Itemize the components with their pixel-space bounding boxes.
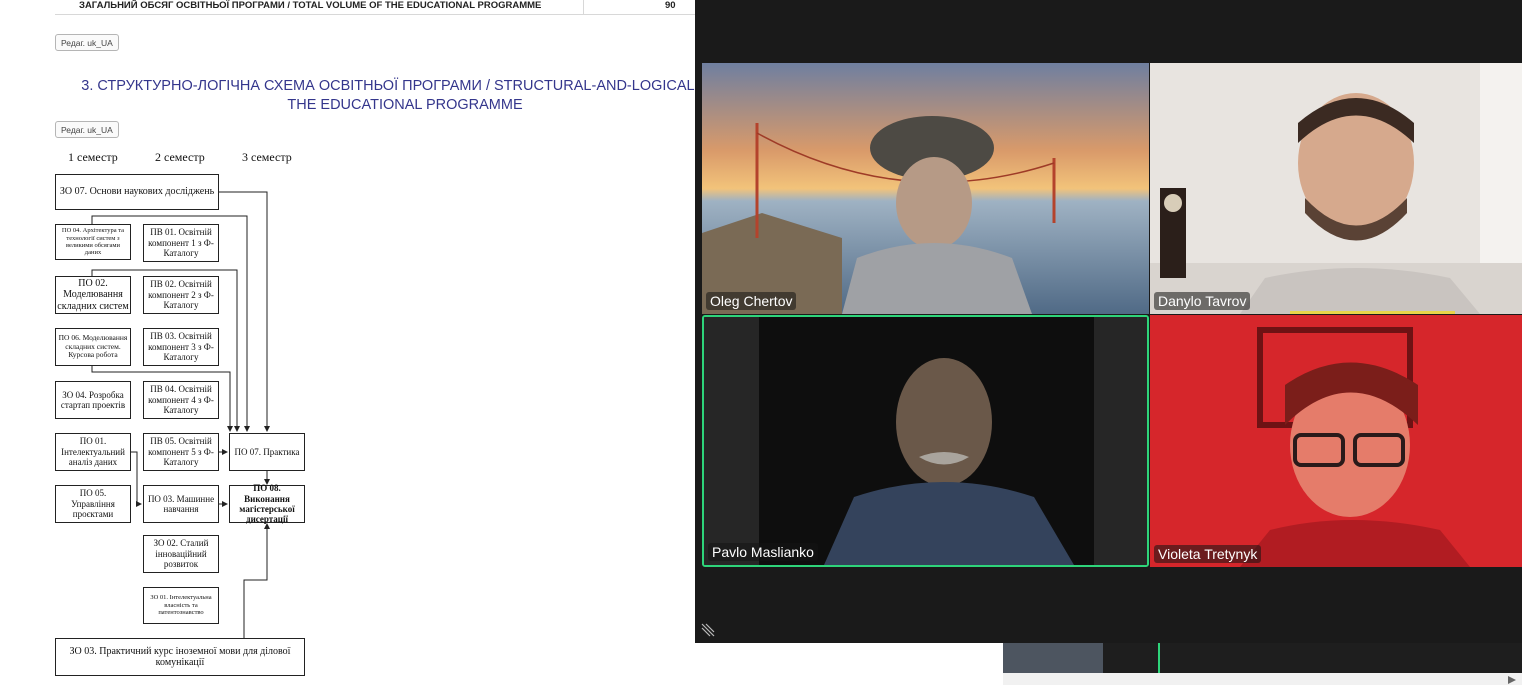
node-zo04: ЗО 04. Розробка стартап проектів	[55, 381, 131, 419]
meeting-window: Oleg Chertov Danylo Tavrov Pavlo Maslian…	[695, 0, 1522, 643]
video-tile-1[interactable]: Oleg Chertov	[702, 63, 1149, 314]
video-feed-2	[1150, 63, 1522, 314]
node-po06: ПО 06. Моделювання складних систем. Курс…	[55, 328, 131, 366]
background-video-strip	[1003, 643, 1522, 685]
node-zo02: ЗО 02. Сталий інноваційний розвиток	[143, 535, 219, 573]
resize-grip-icon[interactable]	[701, 623, 715, 637]
participant-name-1: Oleg Chertov	[706, 292, 797, 310]
video-tile-4[interactable]: Violeta Tretynyk	[1150, 315, 1522, 567]
node-zo01: ЗО 01. Інтелектуальна власність та патен…	[143, 587, 219, 624]
video-feed-4	[1150, 315, 1522, 567]
node-zo07: ЗО 07. Основи наукових досліджень	[55, 174, 219, 210]
video-feed-3	[704, 317, 1147, 565]
node-po07: ПО 07. Практика	[229, 433, 305, 471]
node-po05: ПО 05. Управління проєктами	[55, 485, 131, 523]
node-pv01: ПВ 01. Освітній компонент 1 з Ф-Каталогу	[143, 224, 219, 262]
participant-name-2: Danylo Tavrov	[1154, 292, 1251, 310]
participant-name-4: Violeta Tretynyk	[1154, 545, 1262, 563]
video-tile-2[interactable]: Danylo Tavrov	[1150, 63, 1522, 314]
speaking-indicator	[1290, 311, 1455, 314]
node-pv02: ПВ 02. Освітній компонент 2 з Ф-Каталогу	[143, 276, 219, 314]
node-pv03: ПВ 03. Освітній компонент 3 з Ф-Каталогу	[143, 328, 219, 366]
node-po02: ПО 02. Моделювання складних систем	[55, 276, 131, 314]
node-pv05: ПВ 05. Освітній компонент 5 з Ф-Каталогу	[143, 433, 219, 471]
video-feed-1	[702, 63, 1149, 314]
node-po01: ПО 01. Інтелектуальний аналіз даних	[55, 433, 131, 471]
node-po08: ПО 08. Виконання магістерської дисертаці…	[229, 483, 305, 524]
participant-name-3: Pavlo Maslianko	[708, 543, 818, 561]
video-tile-3-active[interactable]: Pavlo Maslianko	[702, 315, 1149, 567]
node-po03: ПО 03. Машинне навчання	[143, 485, 219, 523]
background-video-feed	[1003, 643, 1522, 685]
node-pv04: ПВ 04. Освітній компонент 4 з Ф-Каталогу	[143, 381, 219, 419]
node-po04: ПО 04. Архітектура та технології систем …	[55, 224, 131, 260]
node-zo03: ЗО 03. Практичний курс іноземної мови дл…	[55, 638, 305, 676]
